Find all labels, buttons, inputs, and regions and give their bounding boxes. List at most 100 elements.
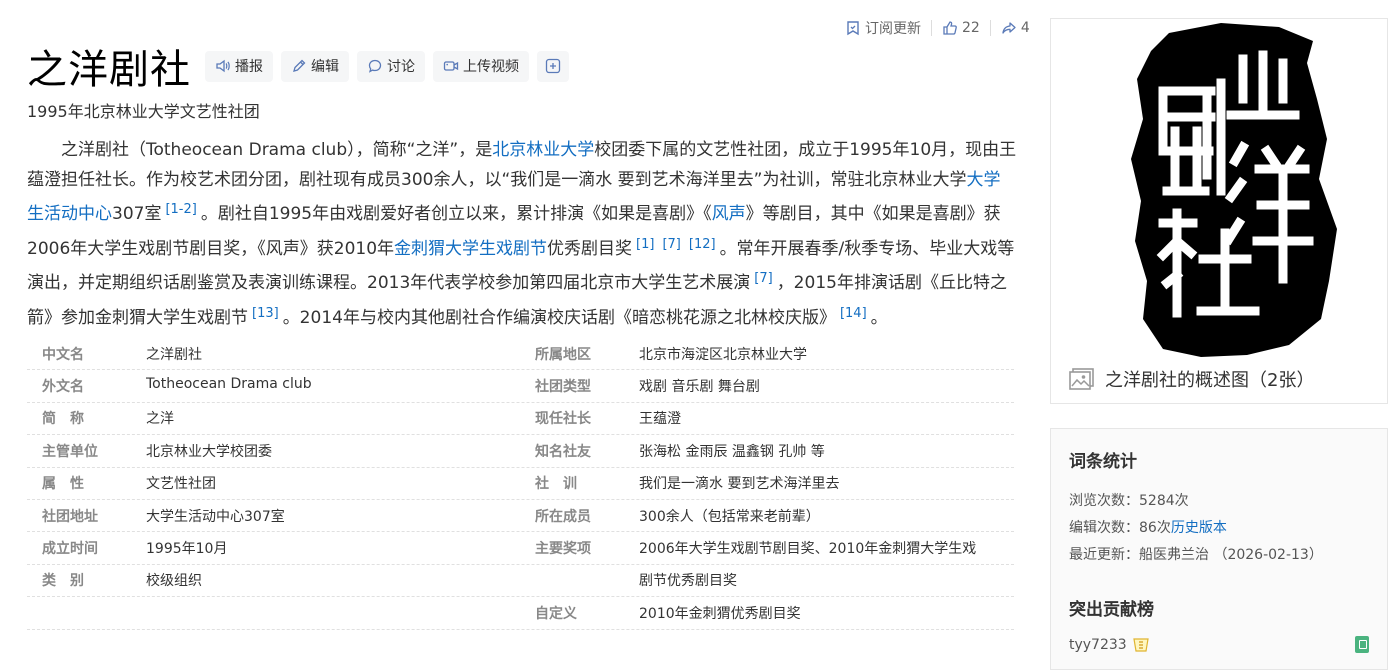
- info-label: 中文名: [42, 346, 84, 363]
- discuss-button[interactable]: 讨论: [357, 50, 425, 82]
- last-update-user[interactable]: 船医弗兰治: [1139, 547, 1209, 563]
- reference-link[interactable]: [13]: [252, 306, 279, 321]
- info-row: 主管单位 北京林业大学校团委 知名社友 张海松 金雨辰 温鑫钢 孔帅 等: [27, 435, 1014, 468]
- info-item: 成立时间 1995年10月: [27, 538, 520, 558]
- contributor[interactable]: tyy7233: [1069, 637, 1151, 653]
- basic-info-rows: 中文名 之洋剧社 所属地区 北京市海淀区北京林业大学 外文名 Totheocean Dra…: [27, 338, 1014, 630]
- more-button[interactable]: [537, 50, 569, 82]
- info-item: 所在成员 300余人（包括常来老前辈）: [520, 506, 1013, 526]
- info-value: 2006年大学生戏剧节剧目奖、2010年金刺猬大学生戏: [639, 541, 977, 558]
- page-title: 之洋剧社: [27, 47, 191, 93]
- info-row: 类 别 校级组织 剧节优秀剧目奖: [27, 565, 1014, 598]
- level-badge-icon: [1131, 637, 1151, 653]
- broadcast-button[interactable]: 播报: [205, 50, 273, 82]
- bookmark-icon: [845, 20, 861, 36]
- speaker-icon: [215, 58, 231, 74]
- view-count: 浏览次数：5284次: [1069, 493, 1189, 509]
- upload-video-button[interactable]: 上传视频: [433, 50, 529, 82]
- like-button[interactable]: 22: [942, 20, 980, 36]
- like-count: 22: [962, 20, 980, 36]
- reference-link[interactable]: [7]: [754, 271, 772, 286]
- edit-count-line: 编辑次数：86次历史版本: [1069, 515, 1369, 542]
- last-update-date: （2026-02-13）: [1213, 547, 1323, 563]
- summary-text: 之洋剧社（Totheocean Drama club），简称“之洋”，是: [61, 140, 493, 160]
- history-version-link[interactable]: 历史版本: [1171, 520, 1227, 536]
- info-item: 社团类型 戏剧 音乐剧 舞台剧: [520, 376, 1013, 396]
- info-label: 所属地区: [535, 346, 591, 363]
- share-count: 4: [1020, 20, 1030, 36]
- info-label: 自定义: [535, 605, 577, 622]
- divider: [931, 20, 932, 36]
- summary-text: 。剧社自1995年由戏剧爱好者创立以来，累计排演《如果是喜剧》《: [200, 204, 712, 224]
- info-value: 大学生活动中心307室: [146, 508, 285, 525]
- contributor-name[interactable]: tyy7233: [1069, 637, 1127, 653]
- info-item: 中文名 之洋剧社: [27, 344, 520, 364]
- link-bjfu[interactable]: 北京林业大学: [492, 140, 594, 160]
- summary-text: 优秀剧目奖: [547, 238, 633, 259]
- link-fengsheng[interactable]: 风声: [712, 204, 746, 224]
- info-label: 主要奖项: [535, 541, 591, 558]
- divider: [989, 20, 991, 36]
- info-row: 中文名 之洋剧社 所属地区 北京市海淀区北京林业大学: [27, 338, 1014, 371]
- info-item: 主要奖项 2006年大学生戏剧节剧目奖、2010年金刺猬大学生戏: [520, 538, 1013, 558]
- summary-text: 。: [870, 307, 888, 328]
- plus-icon: [545, 58, 561, 74]
- info-row: 外文名 Totheocean Drama club 社团类型 戏剧 音乐剧 舞台剧: [27, 370, 1014, 403]
- info-value: 文艺性社团: [146, 476, 216, 493]
- info-label: 社团类型: [535, 379, 591, 396]
- reference-link[interactable]: [7]: [662, 237, 680, 252]
- reference-link[interactable]: [1]: [636, 237, 654, 252]
- info-value: 300余人（包括常来老前辈）: [639, 508, 820, 525]
- info-value: 1995年10月: [146, 541, 228, 558]
- picture-gallery-icon: [1069, 367, 1095, 391]
- contributor-card-icon[interactable]: [1355, 636, 1369, 653]
- info-label: 简 称: [42, 411, 84, 428]
- upload-video-label: 上传视频: [463, 59, 519, 75]
- last-update-label: 最近更新：: [1069, 547, 1139, 563]
- share-button[interactable]: 4: [1001, 20, 1030, 36]
- contributor-row: tyy7233: [1069, 636, 1369, 653]
- subscribe-label: 订阅更新: [865, 21, 921, 37]
- info-label: 知名社友: [535, 443, 591, 460]
- info-value: 北京林业大学校团委: [146, 443, 272, 460]
- info-label: 现任社长: [535, 411, 591, 428]
- broadcast-label: 播报: [235, 59, 263, 75]
- info-row: 自定义 2010年金刺猬优秀剧目奖: [27, 597, 1014, 630]
- info-label: 主管单位: [42, 443, 98, 460]
- info-label: 所在成员: [535, 508, 591, 525]
- info-row: 属 性 文艺性社团 社 训 我们是一滴水 要到艺术海洋里去: [27, 468, 1014, 500]
- contrib-heading: 突出贡献榜: [1069, 600, 1154, 620]
- edit-label: 编辑: [311, 59, 339, 75]
- info-label: 社 训: [535, 476, 577, 493]
- info-row: 简 称 之洋 现任社长 王蕴澄: [27, 403, 1014, 436]
- top-actions: 订阅更新 22 4: [845, 18, 1040, 38]
- info-value: 校级组织: [146, 573, 202, 590]
- reference-link[interactable]: [1-2]: [165, 202, 196, 217]
- info-label: 成立时间: [42, 541, 98, 558]
- info-value: 张海松 金雨辰 温鑫钢 孔帅 等: [639, 443, 825, 460]
- info-label: 属 性: [42, 476, 84, 493]
- edit-button[interactable]: 编辑: [281, 50, 349, 82]
- info-label: [520, 570, 639, 590]
- edit-count: 编辑次数：86次: [1069, 520, 1171, 536]
- seal-image[interactable]: [1051, 19, 1387, 371]
- info-row: 社团地址 大学生活动中心307室 所在成员 300余人（包括常来老前辈）: [27, 500, 1014, 533]
- summary-album[interactable]: 之洋剧社的概述图（2张）: [1050, 18, 1388, 404]
- reference-link[interactable]: [12]: [689, 237, 716, 252]
- subscribe-button[interactable]: 订阅更新: [845, 18, 921, 38]
- basic-info-table: 中文名 之洋剧社 所属地区 北京市海淀区北京林业大学 外文名 Totheocean Dra…: [27, 338, 1014, 630]
- info-value: 戏剧 音乐剧 舞台剧: [639, 379, 760, 396]
- lemma-statistics: 词条统计 浏览次数：5284次 编辑次数：86次历史版本 最近更新：船医弗兰治 …: [1050, 428, 1388, 670]
- pencil-icon: [291, 58, 307, 74]
- album-caption[interactable]: 之洋剧社的概述图（2张）: [1069, 366, 1314, 392]
- info-label: 类 别: [42, 573, 84, 590]
- link-drama-festival[interactable]: 金刺猬大学生戏剧节: [394, 239, 547, 259]
- info-item: 社团地址 大学生活动中心307室: [27, 506, 520, 526]
- chat-bubble-icon: [367, 58, 383, 74]
- info-item: 外文名 Totheocean Drama club: [27, 376, 520, 396]
- page-subtitle: 1995年北京林业大学文艺性社团: [27, 102, 260, 121]
- reference-link[interactable]: [14]: [840, 306, 867, 321]
- info-item: 所属地区 北京市海淀区北京林业大学: [520, 344, 1013, 364]
- info-item: 主管单位 北京林业大学校团委: [27, 441, 520, 461]
- info-label: 社团地址: [42, 508, 98, 525]
